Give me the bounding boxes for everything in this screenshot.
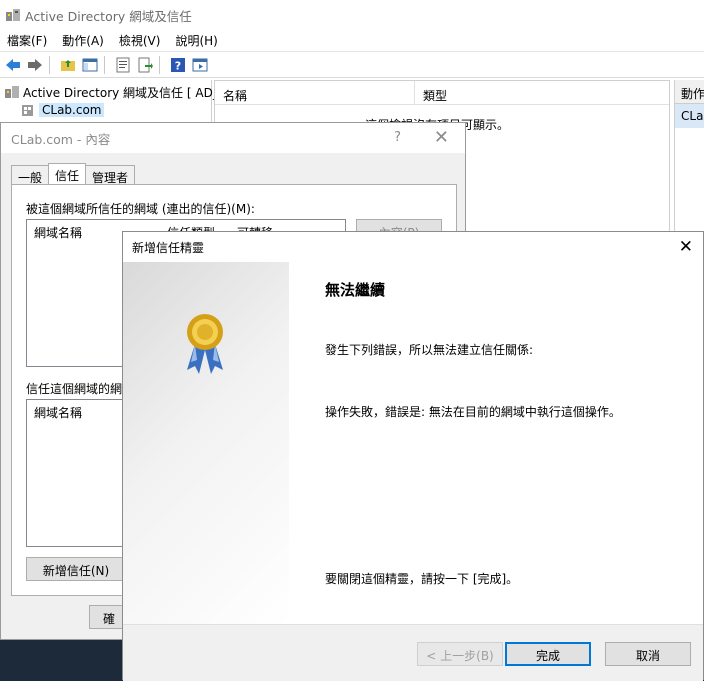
finish-button[interactable]: 完成 — [505, 642, 591, 666]
toolbar-separator — [104, 55, 105, 74]
close-icon[interactable]: ✕ — [679, 237, 693, 257]
tab-managed-by[interactable]: 管理者 — [85, 165, 136, 185]
new-trust-button[interactable]: 新增信任(N) — [26, 557, 126, 581]
properties-title-bar: CLab.com - 內容 ? ✕ — [1, 123, 465, 153]
toolbar-separator — [49, 55, 50, 74]
back-button[interactable]: < 上一步(B) — [417, 642, 503, 666]
show-hide-tree-icon[interactable] — [81, 56, 99, 74]
properties-tabs: 一般 信任 管理者 — [11, 163, 136, 185]
svg-text:?: ? — [175, 59, 181, 72]
tab-general[interactable]: 一般 — [11, 165, 50, 185]
window-title: Active Directory 網域及信任 — [25, 8, 192, 24]
menu-help[interactable]: 說明(H) — [168, 32, 225, 49]
help-button[interactable]: ? — [394, 130, 401, 145]
actions-header: 動作 — [675, 80, 704, 104]
domain-icon — [22, 105, 33, 116]
incoming-trusts-label: 信任這個網域的網 — [26, 382, 123, 396]
domains-trusts-icon — [5, 86, 19, 98]
outgoing-trusts-label: 被這個網域所信任的網域 (連出的信任)(M): — [26, 202, 255, 216]
list-header: 名稱 類型 — [215, 81, 669, 105]
menu-action[interactable]: 動作(A) — [55, 32, 112, 49]
actions-selected-item[interactable]: CLab — [675, 104, 704, 128]
award-medal-icon — [187, 314, 223, 374]
tree-root-label: Active Directory 網域及信任 [ AD_C — [23, 85, 228, 100]
show-action-pane-icon[interactable] — [191, 56, 209, 74]
menu-bar: 檔案(F) 動作(A) 檢視(V) 說明(H) — [0, 30, 704, 52]
up-folder-icon[interactable] — [59, 56, 77, 74]
back-arrow-icon[interactable] — [4, 56, 22, 74]
tree-item-clab[interactable]: CLab.com — [20, 101, 105, 119]
column-header-name[interactable]: 名稱 — [215, 81, 415, 104]
tab-trusts[interactable]: 信任 — [48, 163, 87, 185]
toolbar: ? — [0, 52, 704, 78]
help-icon[interactable]: ? — [169, 56, 187, 74]
wizard-heading: 無法繼續 — [325, 281, 386, 299]
close-icon[interactable]: ✕ — [434, 127, 449, 148]
tree-item-label: CLab.com — [39, 103, 105, 117]
properties-title: CLab.com - 內容 — [11, 131, 111, 147]
menu-file[interactable]: 檔案(F) — [0, 32, 55, 49]
column-domain-name[interactable]: 網域名稱 — [34, 224, 82, 241]
toolbar-separator — [159, 55, 160, 74]
wizard-footer: < 上一步(B) 完成 取消 — [123, 624, 703, 681]
tree-root-item[interactable]: Active Directory 網域及信任 [ AD_C — [4, 83, 227, 101]
wizard-close-hint: 要關閉這個精靈，請按一下 [完成]。 — [325, 572, 519, 586]
cancel-button[interactable]: 取消 — [605, 642, 691, 666]
properties-icon[interactable] — [114, 56, 132, 74]
new-trust-wizard: 新增信任精靈 ✕ 無法繼續 發生下列錯誤，所以無法建立信任關係: 操作失敗，錯誤… — [122, 231, 704, 681]
menu-view[interactable]: 檢視(V) — [112, 32, 169, 49]
wizard-title-bar: 新增信任精靈 — [123, 232, 703, 262]
export-list-icon[interactable] — [136, 56, 154, 74]
wizard-title: 新增信任精靈 — [132, 240, 205, 255]
domains-trusts-app-icon — [6, 9, 20, 21]
column-header-type[interactable]: 類型 — [415, 81, 535, 104]
title-bar: Active Directory 網域及信任 — [0, 0, 704, 30]
column-domain-name[interactable]: 網域名稱 — [34, 404, 82, 421]
wizard-error-intro: 發生下列錯誤，所以無法建立信任關係: — [325, 343, 534, 357]
wizard-error-message: 操作失敗，錯誤是: 無法在目前的網域中執行這個操作。 — [325, 405, 621, 419]
forward-arrow-icon[interactable] — [26, 56, 44, 74]
wizard-side-banner — [123, 262, 289, 624]
